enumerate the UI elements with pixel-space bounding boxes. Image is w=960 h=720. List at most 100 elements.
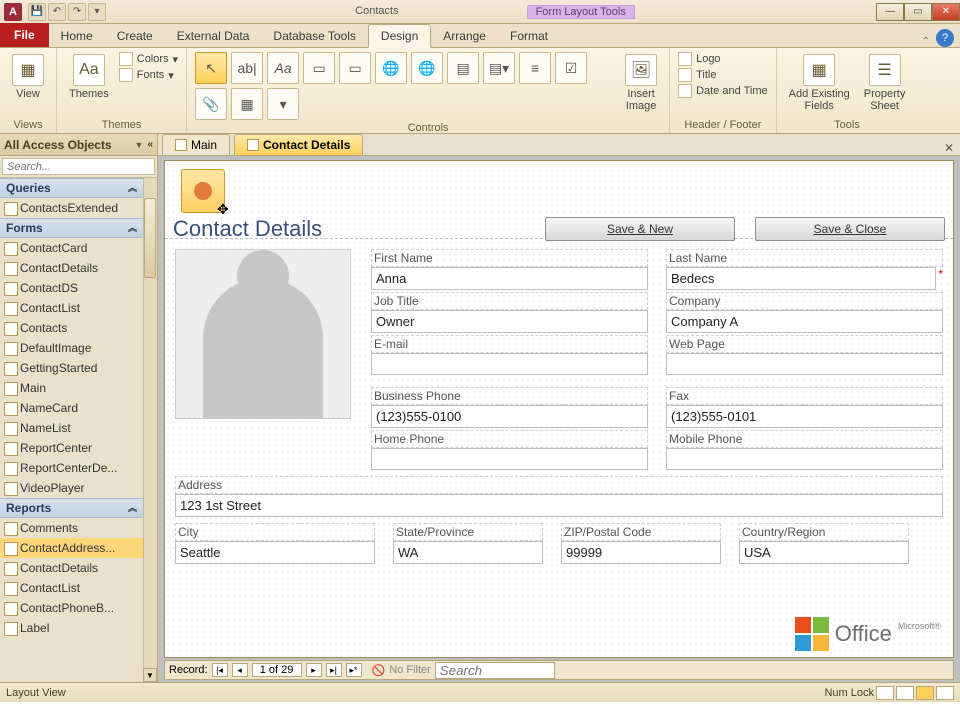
label-country[interactable]: Country/Region <box>739 523 909 541</box>
recnav-next-button[interactable]: ▸ <box>306 663 322 677</box>
field-company[interactable]: Company A <box>666 310 943 333</box>
label-company[interactable]: Company <box>666 292 943 310</box>
control-hyperlink-icon[interactable]: 🌐 <box>375 52 407 84</box>
nav-item[interactable]: GettingStarted <box>0 358 143 378</box>
nav-item[interactable]: ContactList <box>0 578 143 598</box>
colors-button[interactable]: Colors ▾ <box>119 52 178 66</box>
viewbtn-form-icon[interactable] <box>876 686 894 700</box>
control-combobox-icon[interactable]: ▤▾ <box>483 52 515 84</box>
tab-home[interactable]: Home <box>49 25 105 47</box>
field-first-name[interactable]: Anna <box>371 267 648 290</box>
nav-item[interactable]: ContactsExtended <box>0 198 143 218</box>
label-state[interactable]: State/Province <box>393 523 543 541</box>
label-job-title[interactable]: Job Title <box>371 292 648 310</box>
viewbtn-datasheet-icon[interactable] <box>896 686 914 700</box>
viewbtn-design-icon[interactable] <box>936 686 954 700</box>
window-restore-button[interactable]: ▭ <box>904 3 932 21</box>
save-and-close-button[interactable]: Save & Close <box>755 217 945 241</box>
nav-dropdown-icon[interactable]: ▼ <box>135 140 144 150</box>
tab-database-tools[interactable]: Database Tools <box>261 25 368 47</box>
nav-scroll-down[interactable]: ▼ <box>143 668 157 682</box>
fonts-button[interactable]: Fonts ▾ <box>119 68 178 82</box>
field-home-phone[interactable] <box>371 448 648 470</box>
nav-collapse-icon[interactable]: « <box>147 139 153 150</box>
nav-item[interactable]: ContactDetails <box>0 558 143 578</box>
field-city[interactable]: Seattle <box>175 541 375 564</box>
control-textbox-icon[interactable]: ab| <box>231 52 263 84</box>
add-existing-fields-button[interactable]: ▦ Add Existing Fields <box>785 52 854 114</box>
nav-item[interactable]: ReportCenterDe... <box>0 458 143 478</box>
control-listbox-icon[interactable]: ≡ <box>519 52 551 84</box>
label-zip[interactable]: ZIP/Postal Code <box>561 523 721 541</box>
tab-external-data[interactable]: External Data <box>165 25 262 47</box>
view-button[interactable]: ▦ View <box>8 52 48 102</box>
field-business-phone[interactable]: (123)555-0100 <box>371 405 648 428</box>
control-button-icon[interactable]: ▭ <box>303 52 335 84</box>
insert-image-button[interactable]: 🖼 Insert Image <box>621 52 661 114</box>
minimize-ribbon-icon[interactable]: ⌃ <box>922 36 930 47</box>
recnav-position[interactable] <box>252 663 302 677</box>
nav-item[interactable]: ContactCard <box>0 238 143 258</box>
label-first-name[interactable]: First Name <box>371 249 648 267</box>
logo-button[interactable]: Logo <box>678 52 768 66</box>
nav-item[interactable]: NameCard <box>0 398 143 418</box>
tab-arrange[interactable]: Arrange <box>431 25 498 47</box>
file-tab[interactable]: File <box>0 23 49 47</box>
nav-item[interactable]: Contacts <box>0 318 143 338</box>
label-home-phone[interactable]: Home Phone <box>371 430 648 448</box>
nav-item[interactable]: ContactPhoneB... <box>0 598 143 618</box>
field-email[interactable] <box>371 353 648 375</box>
contact-photo[interactable] <box>175 249 351 419</box>
qat-customize-icon[interactable]: ▾ <box>88 3 106 21</box>
recnav-search-input[interactable] <box>435 662 555 679</box>
recnav-first-button[interactable]: |◂ <box>212 663 228 677</box>
themes-button[interactable]: Aa Themes <box>65 52 113 102</box>
nav-header[interactable]: All Access Objects ▼ « <box>0 134 157 156</box>
form-logo-control[interactable] <box>181 169 225 213</box>
nav-item[interactable]: ReportCenter <box>0 438 143 458</box>
label-web-page[interactable]: Web Page <box>666 335 943 353</box>
control-attachment-icon[interactable]: 📎 <box>195 88 227 120</box>
recnav-new-button[interactable]: ▸* <box>346 663 362 677</box>
control-select-icon[interactable]: ↖ <box>195 52 227 84</box>
field-last-name[interactable]: Bedecs <box>666 267 936 290</box>
label-last-name[interactable]: Last Name <box>666 249 943 267</box>
nav-scroll-thumb[interactable] <box>144 198 156 278</box>
viewbtn-layout-icon[interactable] <box>916 686 934 700</box>
control-navigation-icon[interactable]: ▤ <box>447 52 479 84</box>
window-minimize-button[interactable]: — <box>876 3 904 21</box>
nav-search-input[interactable] <box>2 158 155 175</box>
tab-format[interactable]: Format <box>498 25 560 47</box>
field-mobile-phone[interactable] <box>666 448 943 470</box>
control-checkbox-icon[interactable]: ☑ <box>555 52 587 84</box>
nav-group-header[interactable]: Forms︽ <box>0 218 143 238</box>
label-fax[interactable]: Fax <box>666 387 943 405</box>
window-close-button[interactable]: ✕ <box>932 3 960 21</box>
control-webbrowser-icon[interactable]: 🌐 <box>411 52 443 84</box>
title-button[interactable]: Title <box>678 68 768 82</box>
field-web-page[interactable] <box>666 353 943 375</box>
nav-item[interactable]: NameList <box>0 418 143 438</box>
label-city[interactable]: City <box>175 523 375 541</box>
tab-design[interactable]: Design <box>368 24 431 48</box>
nav-group-header[interactable]: Reports︽ <box>0 498 143 518</box>
nav-item[interactable]: Main <box>0 378 143 398</box>
field-country[interactable]: USA <box>739 541 909 564</box>
label-email[interactable]: E-mail <box>371 335 648 353</box>
recnav-prev-button[interactable]: ◂ <box>232 663 248 677</box>
nav-item[interactable]: Comments <box>0 518 143 538</box>
qat-save-icon[interactable]: 💾 <box>28 3 46 21</box>
label-address[interactable]: Address <box>175 476 943 494</box>
field-address[interactable]: 123 1st Street <box>175 494 943 517</box>
nav-item[interactable]: DefaultImage <box>0 338 143 358</box>
label-mobile-phone[interactable]: Mobile Phone <box>666 430 943 448</box>
help-icon[interactable]: ? <box>936 29 954 47</box>
nav-item[interactable]: ContactDS <box>0 278 143 298</box>
field-job-title[interactable]: Owner <box>371 310 648 333</box>
field-state[interactable]: WA <box>393 541 543 564</box>
control-tab-icon[interactable]: ▭ <box>339 52 371 84</box>
nav-item[interactable]: ContactAddress... <box>0 538 143 558</box>
qat-redo-icon[interactable]: ↷ <box>68 3 86 21</box>
date-time-button[interactable]: Date and Time <box>678 84 768 98</box>
doc-tab-contact-details[interactable]: Contact Details <box>234 134 363 155</box>
